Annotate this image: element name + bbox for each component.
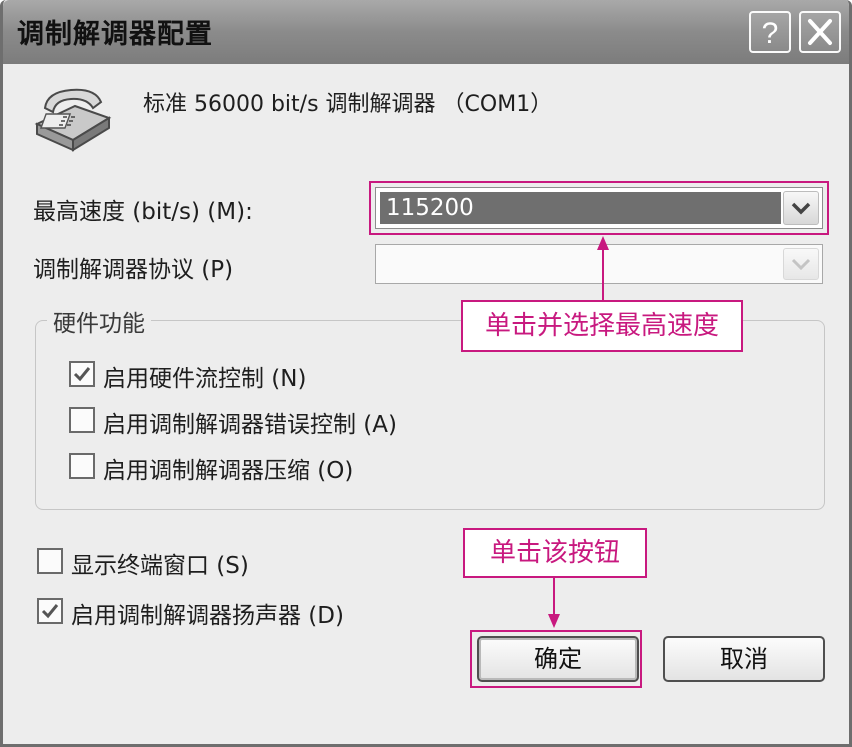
annotation-arrows xyxy=(548,236,609,628)
select-speed-callout: 单击并选择最高速度 xyxy=(461,300,743,352)
modem-config-dialog: 调制解调器配置 ? 标准 56000 bit/s 调制解调器 （COM1） 最高… xyxy=(0,0,852,747)
click-button-callout: 单击该按钮 xyxy=(463,528,647,578)
